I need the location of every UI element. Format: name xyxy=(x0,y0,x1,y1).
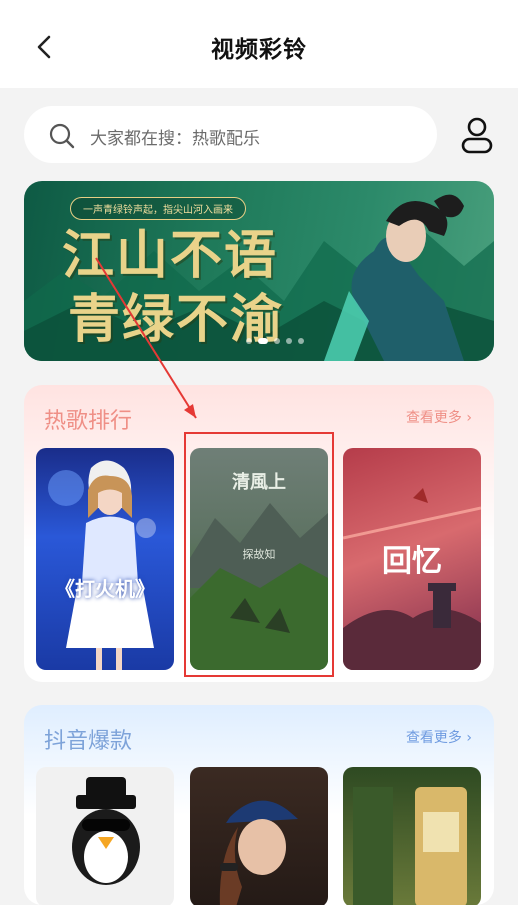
thumb-title-1: 《打火机》 xyxy=(55,577,155,601)
carousel-dot xyxy=(286,338,292,344)
see-more-link-hot[interactable]: 查看更多 › xyxy=(406,407,472,427)
section-title-hot-songs: 热歌排行 xyxy=(44,409,133,434)
carousel-dot xyxy=(274,338,280,344)
video-thumb-1[interactable]: 《打火机》 xyxy=(36,448,174,670)
user-icon[interactable] xyxy=(456,114,498,156)
carousel-dot xyxy=(246,338,252,344)
carousel-dot-active xyxy=(258,338,268,344)
page-title: 视频彩铃 xyxy=(211,37,307,63)
top-bar: 视频彩铃 xyxy=(0,0,518,88)
carousel-dot xyxy=(298,338,304,344)
singer-cap-art xyxy=(219,800,298,905)
selection-highlight-box xyxy=(184,432,334,677)
penguin-figure-art xyxy=(72,777,140,885)
see-more-link-douyin[interactable]: 查看更多 › xyxy=(406,727,472,747)
video-thumb-3[interactable]: 回忆 xyxy=(343,448,481,670)
thumb-title-3: 回忆 xyxy=(382,544,442,579)
video-thumb-4[interactable] xyxy=(36,767,174,905)
carousel-indicator xyxy=(246,338,304,344)
video-thumb-5[interactable] xyxy=(190,767,328,905)
search-placeholder: 大家都在搜：热歌配乐 xyxy=(90,129,260,149)
promo-banner[interactable]: 一声青绿铃声起，指尖山河入画来 江山不语 青绿不渝 xyxy=(24,181,494,361)
section-title-douyin: 抖音爆款 xyxy=(44,729,133,754)
douyin-hits-section: 抖音爆款 查看更多 › xyxy=(24,705,494,905)
singer-figure-art xyxy=(48,460,156,670)
video-thumb-6[interactable] xyxy=(343,767,481,905)
bottles-art xyxy=(353,787,467,905)
search-icon xyxy=(48,122,76,150)
search-bar[interactable]: 大家都在搜：热歌配乐 xyxy=(24,106,437,163)
